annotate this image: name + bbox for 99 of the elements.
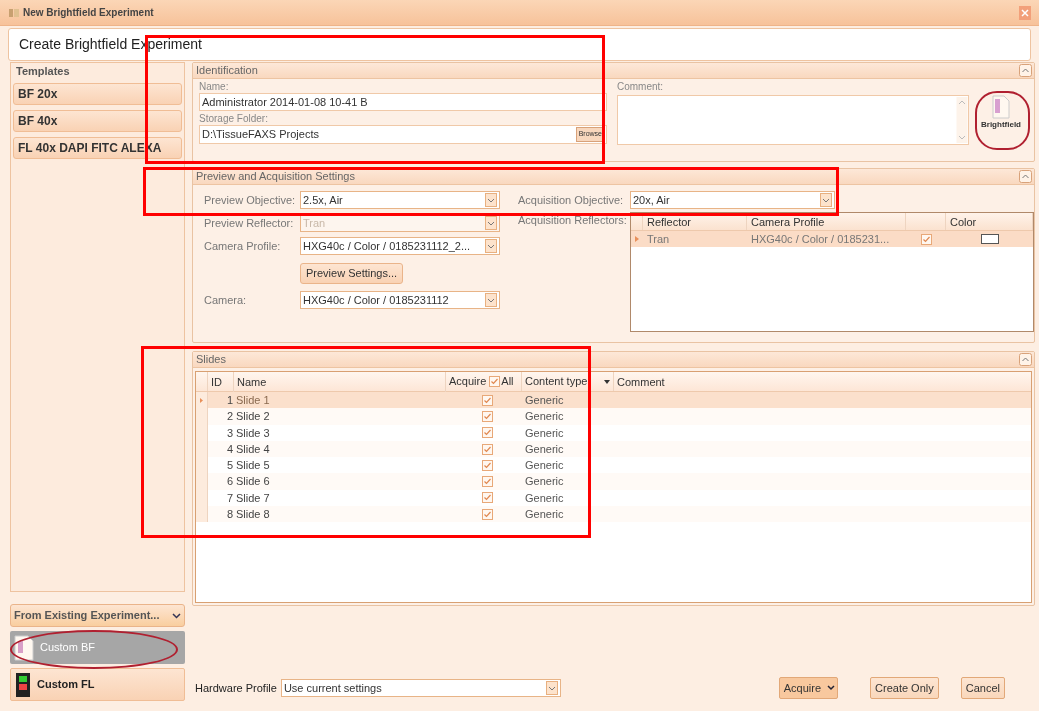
field-label: Preview Objective: <box>204 192 297 208</box>
checked-checkbox[interactable] <box>481 443 493 455</box>
name-field[interactable]: Administrator 2014-01-08 10-41 B <box>199 93 607 111</box>
template-item[interactable]: BF 20x <box>13 83 182 105</box>
dropdown-field[interactable]: 20x, Air <box>630 191 835 209</box>
table-row[interactable]: 8 Slide 8 Generic <box>196 506 1031 523</box>
select-all-checkbox[interactable] <box>489 376 501 387</box>
table-cell-text: Generic <box>524 409 565 425</box>
table-cell-text: 4 <box>225 441 234 457</box>
field-label: Comment: <box>617 81 665 93</box>
row-selector[interactable] <box>196 506 208 523</box>
field-label: Camera: <box>204 292 248 308</box>
checked-checkbox[interactable] <box>481 427 493 439</box>
document-icon <box>992 95 1010 119</box>
panel-title: Templates <box>15 65 71 78</box>
checked-checkbox[interactable] <box>920 233 932 245</box>
checked-checkbox[interactable] <box>481 508 493 520</box>
table-cell-text: Slide 1 <box>235 392 271 408</box>
row-selector[interactable] <box>196 392 208 409</box>
template-item[interactable]: BF 40x <box>13 110 182 132</box>
table-cell-text: Tran <box>646 231 671 247</box>
table-cell-text: Slide 5 <box>235 458 271 474</box>
table-row[interactable]: 2 Slide 2 Generic <box>196 408 1031 425</box>
table-cell-text: Slide 6 <box>235 474 271 490</box>
custom-experiment-button[interactable]: Custom FL <box>10 668 185 701</box>
field-label: Acquisition Reflectors: <box>518 213 628 228</box>
table-cell-text: 8 <box>225 507 234 522</box>
column-header: Color <box>946 213 1033 230</box>
scrollbar[interactable] <box>956 96 968 144</box>
table-cell-text: Generic <box>524 392 565 408</box>
row-indicator-icon <box>635 236 639 242</box>
table-cell-text: 1 <box>225 392 234 408</box>
column-header: Acquire <box>449 374 487 390</box>
row-indicator-icon <box>200 397 203 403</box>
caret-icon <box>172 612 181 619</box>
dropdown-field[interactable]: HXG40c / Color / 0185231112_2... <box>300 237 500 255</box>
window-title: New Brightfield Experiment <box>23 6 154 20</box>
collapse-icon[interactable] <box>1019 170 1032 183</box>
color-swatch[interactable] <box>980 234 999 244</box>
column-header: Reflector <box>643 213 747 230</box>
table-row[interactable]: Tran HXG40c / Color / 0185231... <box>631 231 1033 247</box>
section-title: Preview and Acquisition Settings <box>196 169 355 185</box>
checked-checkbox[interactable] <box>481 492 493 504</box>
caret-icon <box>827 685 836 691</box>
dropdown-field[interactable]: 2.5x, Air <box>300 191 500 209</box>
footer-button[interactable]: Create Only <box>870 677 939 699</box>
template-dropdown[interactable]: From Existing Experiment... <box>10 604 185 627</box>
field-label: Preview Reflector: <box>204 215 295 231</box>
field-label: Acquisition Objective: <box>518 192 625 208</box>
document-icon <box>15 671 31 698</box>
table-row[interactable]: 1 Slide 1 Generic <box>196 392 1031 409</box>
table-cell-text: Generic <box>524 490 565 506</box>
table-cell-text: Slide 7 <box>235 490 271 506</box>
column-header: Content type <box>525 374 588 390</box>
column-header: Name <box>234 371 446 392</box>
checked-checkbox[interactable] <box>481 459 493 471</box>
table-cell-text: Generic <box>524 474 565 490</box>
dropdown-field[interactable]: HXG40c / Color / 0185231112 <box>300 291 500 309</box>
footer-button[interactable]: Cancel <box>960 677 1005 699</box>
table-cell-text: Slide 2 <box>235 409 271 425</box>
table-cell-text: Slide 3 <box>235 425 271 441</box>
checked-checkbox[interactable] <box>481 410 493 422</box>
table-cell-text: Generic <box>524 458 565 474</box>
table-row[interactable]: 6 Slide 6 Generic <box>196 473 1031 490</box>
checkbox-label: All <box>501 374 514 390</box>
table-cell-text: 2 <box>225 409 234 425</box>
table-cell-text: Generic <box>524 425 565 441</box>
table-cell-text: 7 <box>225 490 234 506</box>
field-label: Name: <box>199 81 230 93</box>
comment-field[interactable] <box>617 95 969 145</box>
checked-checkbox[interactable] <box>481 476 493 488</box>
preview-settings-button[interactable]: Preview Settings... <box>300 262 404 284</box>
section-title: Identification <box>196 63 258 79</box>
table-cell-text: HXG40c / Color / 0185231... <box>750 231 891 247</box>
field-label: Hardware Profile <box>195 680 277 696</box>
table-cell-text: Slide 4 <box>235 441 271 457</box>
footer-button[interactable]: Acquire <box>778 677 839 699</box>
table-cell-text: 3 <box>225 425 234 441</box>
collapse-icon[interactable] <box>1019 64 1032 77</box>
table-cell-text: 6 <box>225 474 234 490</box>
app-icon <box>8 7 20 18</box>
column-header: Camera Profile <box>747 213 906 230</box>
annotation-ring <box>975 91 1030 150</box>
collapse-icon[interactable] <box>1019 353 1032 366</box>
column-header: Comment <box>616 374 666 390</box>
checked-checkbox[interactable] <box>481 394 493 406</box>
document-icon <box>14 634 34 661</box>
column-header: ID <box>208 371 234 392</box>
hardware-profile-dropdown[interactable]: Use current settings <box>280 679 561 697</box>
brightfield-mode-tile[interactable]: Brightfield <box>975 85 1027 141</box>
table-cell-text: Generic <box>524 507 565 522</box>
field-label: Storage Folder: <box>199 113 269 125</box>
close-icon[interactable] <box>1019 5 1031 20</box>
table-cell-text: 5 <box>225 458 234 474</box>
filter-icon[interactable] <box>604 379 610 384</box>
field-label: Camera Profile: <box>204 238 282 254</box>
section-title: Slides <box>196 352 226 368</box>
table-cell-text: Slide 8 <box>235 507 271 522</box>
table-cell-text: Generic <box>524 441 565 457</box>
